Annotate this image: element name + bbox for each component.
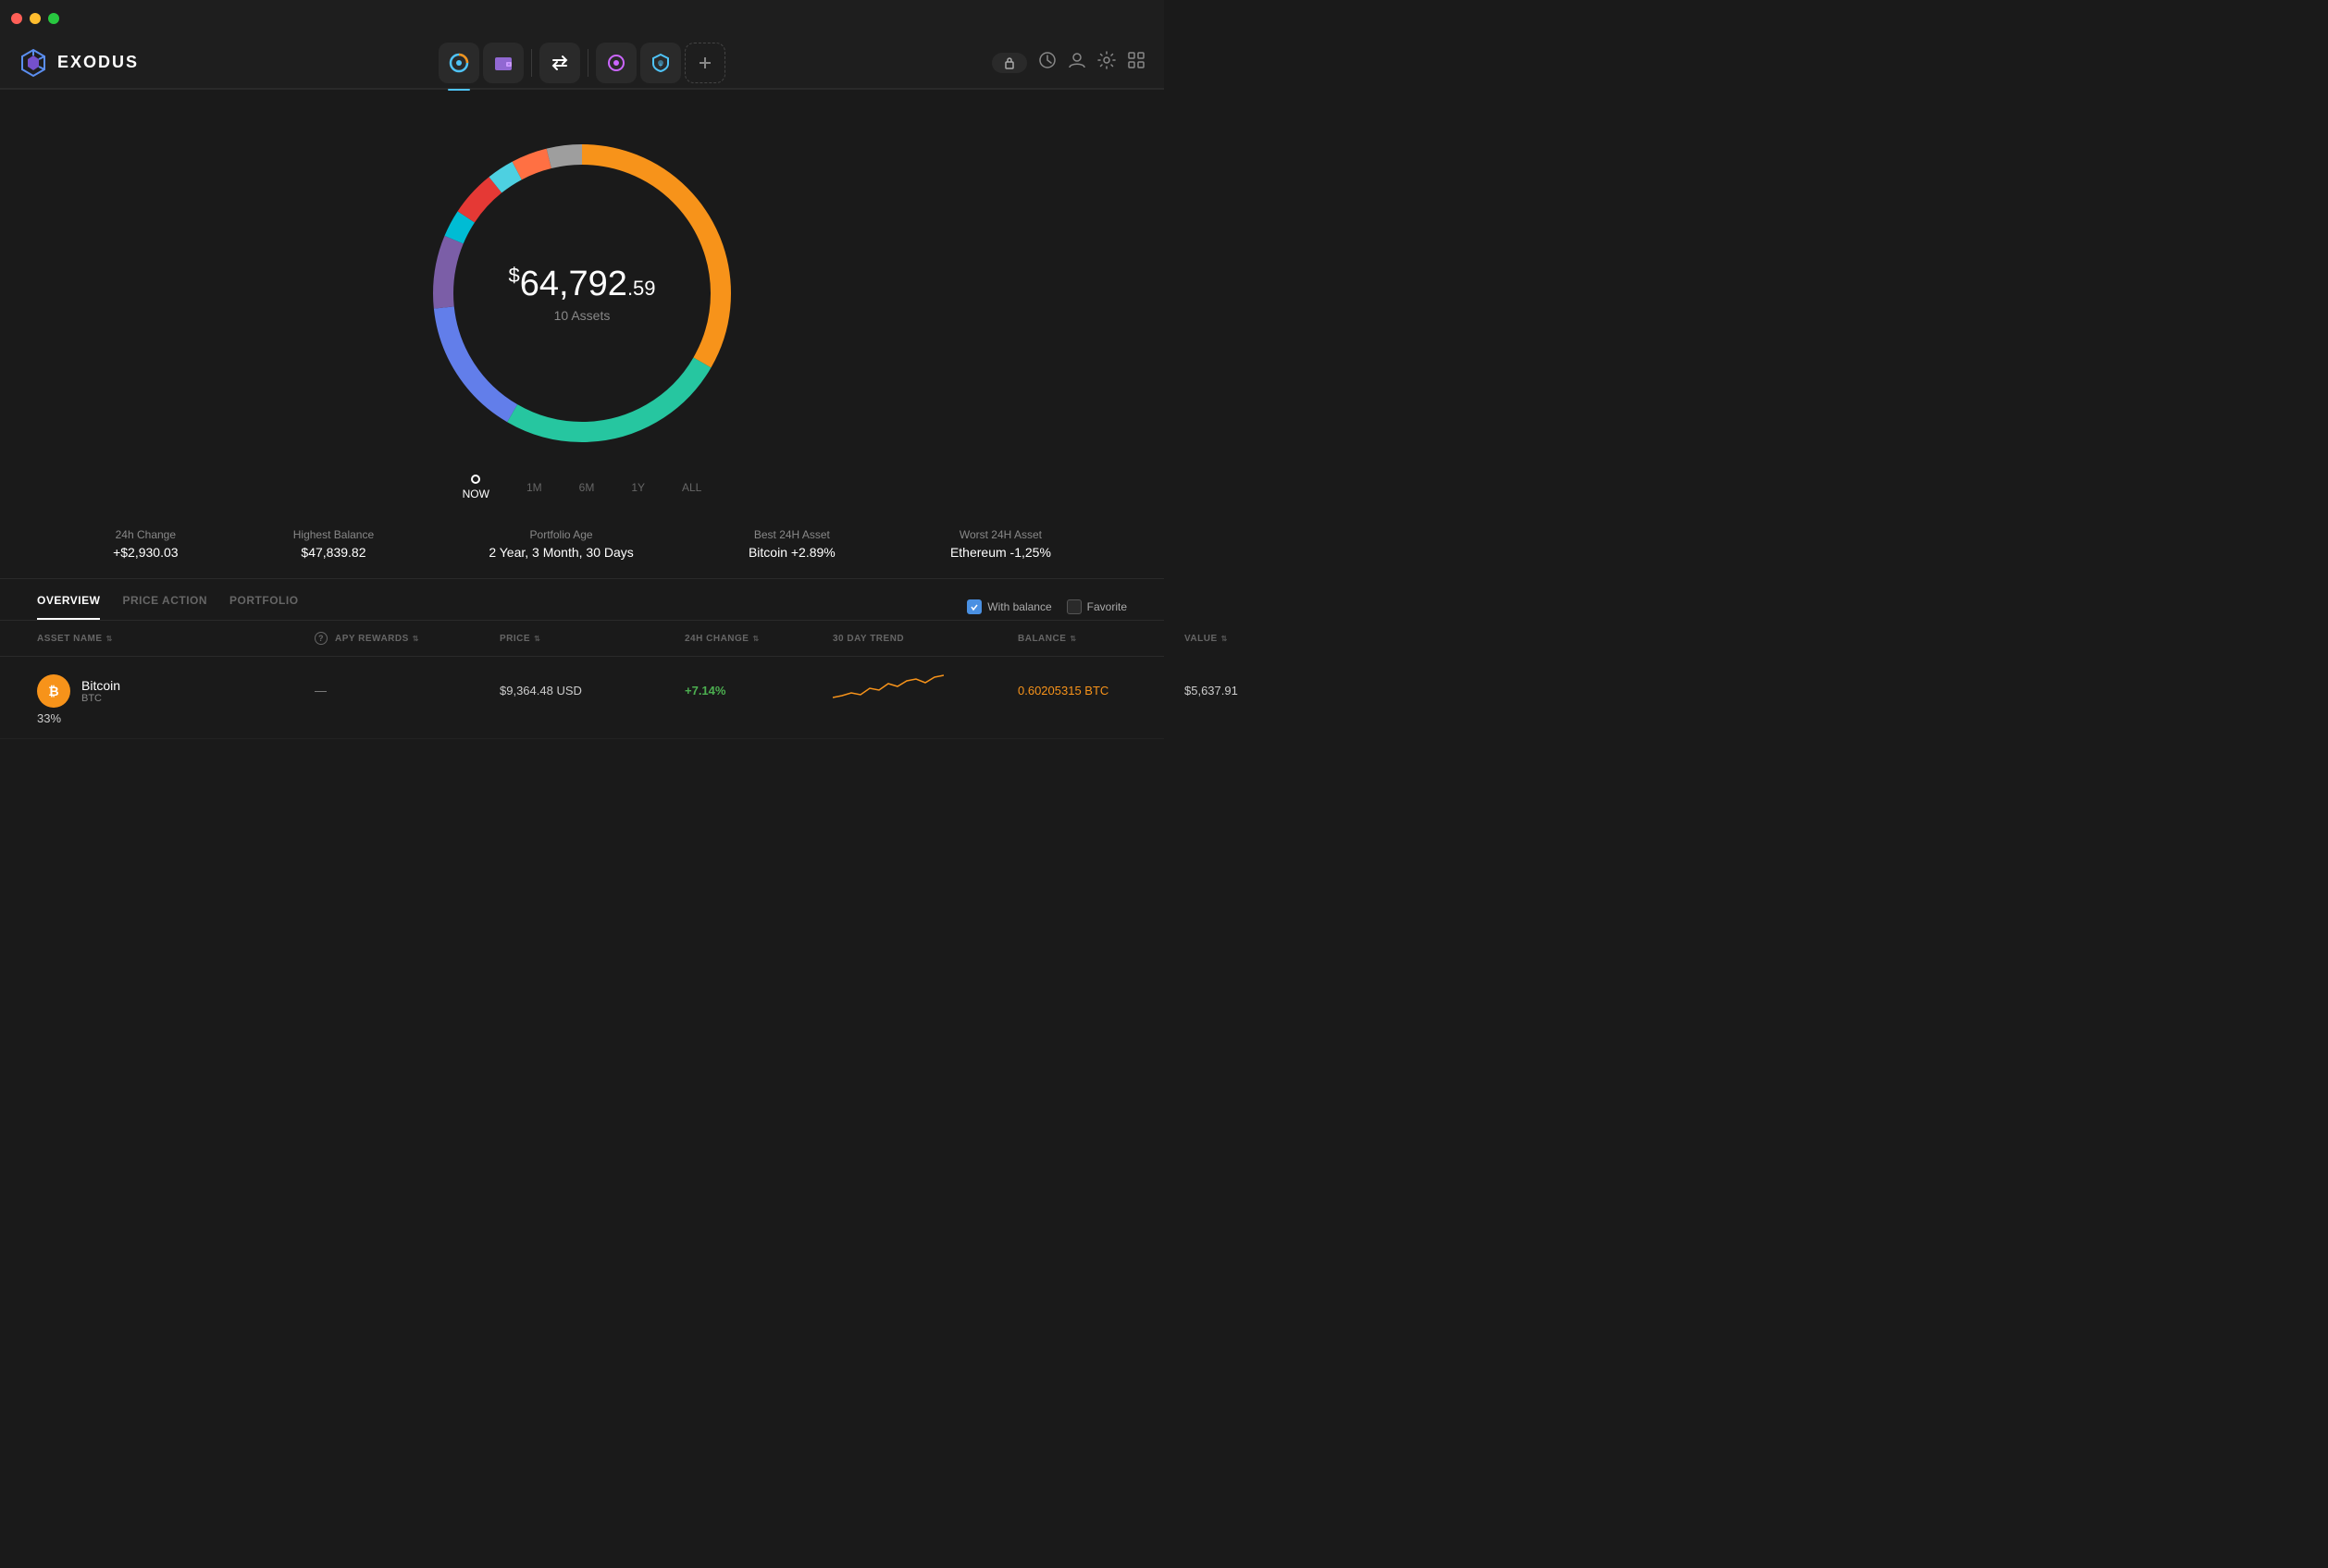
timeline-dot-now: [471, 475, 480, 484]
th-asset-name[interactable]: ASSET NAME ⇅: [37, 632, 315, 645]
nav-grid-btn[interactable]: [1127, 51, 1145, 74]
btc-balance: 0.60205315 BTC: [1018, 684, 1184, 698]
th-apy[interactable]: ? APY REWARDS ⇅: [315, 632, 500, 645]
chart-section: $64,792.59 10 Assets NOW 1M 6M 1Y ALL: [0, 108, 1164, 510]
close-button[interactable]: [11, 13, 22, 24]
assets-count: 10 Assets: [508, 308, 655, 323]
timeline-now[interactable]: NOW: [463, 475, 489, 500]
sort-icon-asset: ⇅: [106, 635, 113, 643]
th-balance[interactable]: BALANCE ⇅: [1018, 632, 1184, 645]
timeline-1y[interactable]: 1Y: [631, 481, 645, 494]
nav-settings-btn[interactable]: [1097, 51, 1116, 74]
btc-price: $9,364.48 USD: [500, 684, 685, 698]
nav-history-btn[interactable]: [1038, 51, 1057, 74]
stat-24h-change: 24h Change +$2,930.03: [113, 528, 178, 560]
logo-text: EXODUS: [57, 53, 139, 72]
timeline-6m[interactable]: 6M: [579, 481, 595, 494]
nav-right: [992, 51, 1145, 74]
nav-exchange-btn[interactable]: [539, 43, 580, 83]
sort-icon-balance: ⇅: [1070, 635, 1076, 643]
donut-center: $64,792.59 10 Assets: [508, 264, 655, 323]
tab-portfolio[interactable]: PORTFOLIO: [229, 594, 299, 620]
tab-price-action[interactable]: PRICE ACTION: [122, 594, 207, 620]
nav-profile-btn[interactable]: [1068, 51, 1086, 74]
sort-icon-price: ⇅: [534, 635, 540, 643]
filter-with-balance[interactable]: With balance: [967, 599, 1051, 614]
th-price[interactable]: PRICE ⇅: [500, 632, 685, 645]
stat-highest-balance: Highest Balance $47,839.82: [293, 528, 374, 560]
minimize-button[interactable]: [30, 13, 41, 24]
nav-divider-1: [531, 49, 532, 77]
th-30day-trend: 30 DAY TREND: [833, 632, 1018, 645]
btc-change: +7.14%: [685, 684, 833, 698]
maximize-button[interactable]: [48, 13, 59, 24]
filter-favorite[interactable]: Favorite: [1067, 599, 1127, 614]
th-24h-change[interactable]: 24H CHANGE ⇅: [685, 632, 833, 645]
timeline-all[interactable]: ALL: [682, 481, 701, 494]
timeline-1m[interactable]: 1M: [526, 481, 542, 494]
title-bar: [0, 0, 1164, 37]
apy-info-icon: ?: [315, 632, 328, 645]
btc-apy: —: [315, 684, 500, 698]
nav-add-btn[interactable]: [685, 43, 725, 83]
th-value[interactable]: VALUE ⇅: [1184, 632, 1332, 645]
nav-portfolio-btn[interactable]: [439, 43, 479, 83]
nav-apps-btn[interactable]: [596, 43, 637, 83]
btc-ticker: BTC: [81, 693, 120, 704]
filter-favorite-checkbox[interactable]: [1067, 599, 1082, 614]
btc-portfolio: 33%: [37, 711, 315, 725]
btc-name: Bitcoin: [81, 678, 120, 693]
asset-info-btc: ₿ Bitcoin BTC: [37, 674, 315, 708]
sort-icon-value: ⇅: [1221, 635, 1228, 643]
timeline: NOW 1M 6M 1Y ALL: [444, 475, 721, 500]
donut-chart: $64,792.59 10 Assets: [415, 127, 749, 460]
btc-value: $5,637.91: [1184, 684, 1332, 698]
lock-toggle[interactable]: [992, 53, 1027, 73]
stat-worst-asset: Worst 24H Asset Ethereum -1,25%: [950, 528, 1051, 560]
stats-row: 24h Change +$2,930.03 Highest Balance $4…: [0, 510, 1164, 579]
nav-shield-btn[interactable]: +: [640, 43, 681, 83]
filter-balance-checkbox[interactable]: [967, 599, 982, 614]
btc-icon: ₿: [37, 674, 70, 708]
tabs-right: With balance Favorite: [967, 599, 1127, 614]
sort-icon-change: ⇅: [752, 635, 759, 643]
assets-table: ASSET NAME ⇅ ? APY REWARDS ⇅ PRICE ⇅ 24H…: [0, 621, 1164, 739]
stat-best-asset: Best 24H Asset Bitcoin +2.89%: [749, 528, 836, 560]
nav-center: +: [439, 43, 725, 83]
portfolio-total: $64,792.59: [508, 264, 655, 304]
btc-trend: [833, 670, 1018, 711]
svg-text:+: +: [659, 61, 663, 69]
nav-bar: EXODUS: [0, 37, 1164, 89]
main-content: $64,792.59 10 Assets NOW 1M 6M 1Y ALL: [0, 90, 1164, 758]
logo-icon: [19, 48, 48, 78]
table-row[interactable]: ₿ Bitcoin BTC — $9,364.48 USD +7.14% 0.6…: [0, 657, 1164, 739]
nav-wallet-btn[interactable]: [483, 43, 524, 83]
logo-area: EXODUS: [19, 48, 139, 78]
tab-overview[interactable]: OVERVIEW: [37, 594, 100, 620]
table-header: ASSET NAME ⇅ ? APY REWARDS ⇅ PRICE ⇅ 24H…: [0, 621, 1164, 657]
stat-portfolio-age: Portfolio Age 2 Year, 3 Month, 30 Days: [489, 528, 633, 560]
tabs-row: OVERVIEW PRICE ACTION PORTFOLIO With bal…: [0, 579, 1164, 621]
sort-icon-apy: ⇅: [413, 635, 419, 643]
